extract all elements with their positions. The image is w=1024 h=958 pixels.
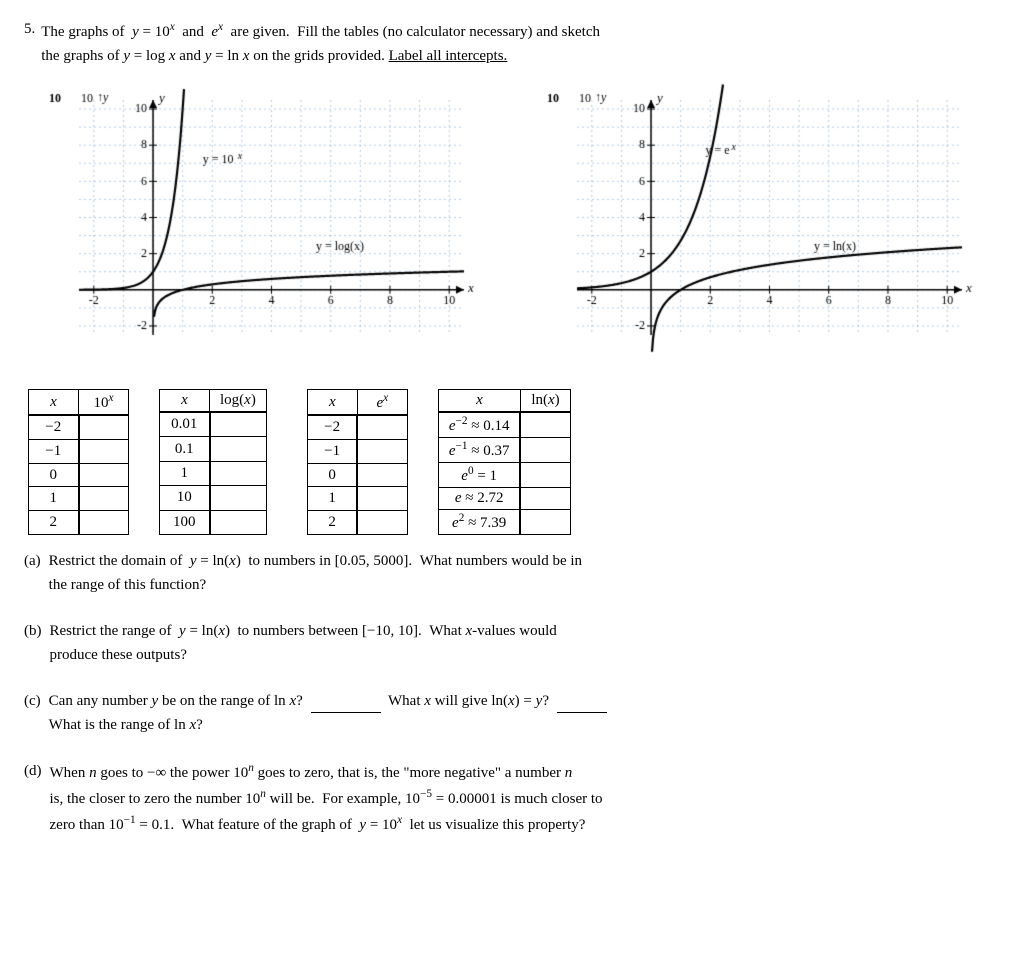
part-b-text: Restrict the range of y = ln(x) to numbe… [50, 619, 557, 667]
table-row: −1 [29, 439, 129, 463]
part-d-text: When n goes to −∞ the power 10n goes to … [50, 759, 603, 837]
table-10x-col1-header: x [29, 390, 79, 416]
part-b: (b) Restrict the range of y = ln(x) to n… [24, 619, 1000, 667]
part-c-text: Can any number y be on the range of ln x… [49, 689, 611, 737]
table-lnx-col2-header: ln(x) [520, 390, 570, 413]
table-row: −2 [29, 415, 129, 439]
table-ex-col1-header: x [307, 390, 357, 416]
table-10x: x 10x −2 −1 0 1 2 [28, 389, 129, 535]
table-logx-col2-header: log(x) [210, 390, 267, 413]
blank-c2[interactable] [557, 712, 607, 713]
table-row: 0 [29, 463, 129, 487]
part-b-label: (b) [24, 619, 42, 643]
graph2-canvas [522, 80, 982, 370]
part-c: (c) Can any number y be on the range of … [24, 689, 1000, 737]
table-row: 2 [307, 511, 407, 535]
header-text: The graphs of y = 10x and ex are given. … [41, 18, 600, 68]
table-10x-col2-header: 10x [79, 390, 129, 416]
table-row: 1 [160, 461, 267, 485]
blank-c1[interactable] [311, 712, 381, 713]
table-row: 0.01 [160, 412, 267, 437]
table-ex-col2-header: ex [357, 390, 407, 416]
problem-number: 5. [24, 18, 35, 68]
part-a-label: (a) [24, 549, 41, 573]
part-d: (d) When n goes to −∞ the power 10n goes… [24, 759, 1000, 837]
part-a-text: Restrict the domain of y = ln(x) to numb… [49, 549, 582, 597]
table-row: 0 [307, 463, 407, 487]
parts: (a) Restrict the domain of y = ln(x) to … [24, 549, 1000, 837]
graph1-canvas [24, 80, 484, 370]
table-row: −1 [307, 439, 407, 463]
graphs-row [24, 80, 1000, 375]
table-row: 1 [29, 487, 129, 511]
table-lnx: x ln(x) e−2 ≈ 0.14 e−1 ≈ 0.37 e0 = 1 e ≈… [438, 389, 571, 535]
table-row: e ≈ 2.72 [438, 488, 570, 510]
problem-header: 5. The graphs of y = 10x and ex are give… [24, 18, 1000, 68]
table-group-right: x ex −2 −1 0 1 2 x ln(x) e−2 ≈ 0.14 [307, 389, 571, 535]
table-ex: x ex −2 −1 0 1 2 [307, 389, 408, 535]
table-logx: x log(x) 0.01 0.1 1 10 100 [159, 389, 267, 535]
table-row: 0.1 [160, 437, 267, 461]
table-row: e0 = 1 [438, 463, 570, 488]
table-row: e−1 ≈ 0.37 [438, 438, 570, 463]
table-logx-col1-header: x [160, 390, 210, 413]
table-row: e−2 ≈ 0.14 [438, 412, 570, 438]
part-d-label: (d) [24, 759, 42, 783]
table-row: 10 [160, 486, 267, 510]
table-row: 2 [29, 511, 129, 535]
table-row: e2 ≈ 7.39 [438, 510, 570, 535]
graph2-container [522, 80, 1000, 375]
part-a: (a) Restrict the domain of y = ln(x) to … [24, 549, 1000, 597]
tables-row: x 10x −2 −1 0 1 2 x log(x) 0.01 0.1 [24, 389, 1000, 535]
part-c-label: (c) [24, 689, 41, 713]
table-group-left: x 10x −2 −1 0 1 2 x log(x) 0.01 0.1 [28, 389, 267, 535]
graph1-container [24, 80, 502, 375]
table-row: 100 [160, 510, 267, 534]
table-lnx-col1-header: x [438, 390, 520, 413]
table-row: 1 [307, 487, 407, 511]
table-row: −2 [307, 415, 407, 439]
